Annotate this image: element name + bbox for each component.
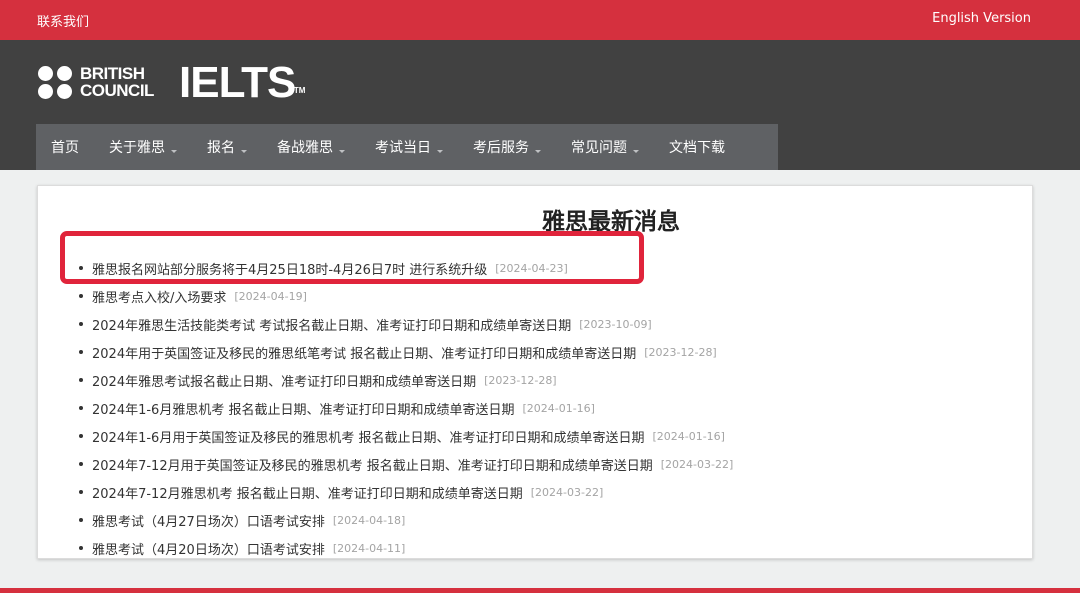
news-date: [2024-04-18]: [332, 513, 406, 527]
logo-line-council: COUNCIL: [80, 81, 154, 100]
news-list: 雅思报名网站部分服务将于4月25日18时-4月26日7时 进行系统升级 [2024…: [79, 254, 733, 562]
caret-down-icon: [339, 149, 345, 153]
british-council-dots-icon: [38, 66, 76, 100]
logo-line-british: BRITISH: [80, 64, 145, 83]
news-item: 2024年1-6月雅思机考 报名截止日期、准考证打印日期和成绩单寄送日期 [202…: [79, 394, 733, 422]
bullet-icon: [79, 350, 83, 354]
news-link[interactable]: 2024年7-12月用于英国签证及移民的雅思机考 报名截止日期、准考证打印日期和…: [92, 455, 653, 474]
news-link[interactable]: 雅思考点入校/入场要求: [92, 287, 226, 306]
page-title: 雅思最新消息: [542, 209, 680, 235]
caret-down-icon: [171, 149, 177, 153]
nav-item-3[interactable]: 备战雅思: [262, 124, 360, 170]
british-council-wordmark: BRITISH COUNCIL: [80, 65, 154, 99]
british-council-logo[interactable]: BRITISH COUNCIL: [38, 65, 162, 101]
nav-item-label: 备战雅思: [277, 140, 333, 156]
news-date: [2024-04-19]: [234, 289, 307, 303]
news-item: 2024年雅思生活技能类考试 考试报名截止日期、准考证打印日期和成绩单寄送日期 […: [79, 310, 733, 338]
bullet-icon: [79, 546, 83, 550]
bullet-icon: [79, 462, 83, 466]
news-link[interactable]: 雅思考试（4月27日场次）口语考试安排: [92, 511, 325, 530]
news-date: [2023-10-09]: [579, 317, 652, 331]
news-date: [2024-03-22]: [530, 485, 604, 499]
news-link[interactable]: 2024年1-6月雅思机考 报名截止日期、准考证打印日期和成绩单寄送日期: [92, 399, 514, 418]
news-date: [2023-12-28]: [644, 345, 717, 359]
nav-item-6[interactable]: 常见问题: [556, 124, 654, 170]
nav-item-label: 常见问题: [571, 140, 627, 156]
bullet-icon: [79, 378, 83, 382]
nav-item-5[interactable]: 考后服务: [458, 124, 556, 170]
news-item: 雅思报名网站部分服务将于4月25日18时-4月26日7时 进行系统升级 [2024…: [79, 254, 733, 282]
bullet-icon: [79, 518, 83, 522]
nav-item-1[interactable]: 关于雅思: [94, 124, 192, 170]
news-item: 2024年雅思考试报名截止日期、准考证打印日期和成绩单寄送日期 [2023-12-…: [79, 366, 733, 394]
nav-item-0[interactable]: 首页: [36, 124, 94, 170]
nav-item-4[interactable]: 考试当日: [360, 124, 458, 170]
main-nav: 首页 关于雅思 报名 备战雅思 考试当日 考后服务 常见问题 文档下载: [36, 124, 778, 170]
caret-down-icon: [437, 149, 443, 153]
nav-item-label: 关于雅思: [109, 140, 165, 156]
news-link[interactable]: 雅思考试（4月20日场次）口语考试安排: [92, 539, 325, 558]
news-link[interactable]: 雅思报名网站部分服务将于4月25日18时-4月26日7时 进行系统升级: [92, 259, 487, 278]
top-bar: 联系我们 English Version: [0, 0, 1080, 40]
news-link[interactable]: 2024年雅思考试报名截止日期、准考证打印日期和成绩单寄送日期: [92, 371, 476, 390]
bottom-bar: [0, 588, 1080, 593]
ielts-wordmark: IELTS: [179, 58, 296, 107]
news-item: 2024年1-6月用于英国签证及移民的雅思机考 报名截止日期、准考证打印日期和成…: [79, 422, 733, 450]
bullet-icon: [79, 406, 83, 410]
news-item: 2024年7-12月雅思机考 报名截止日期、准考证打印日期和成绩单寄送日期 [20…: [79, 478, 733, 506]
news-link[interactable]: 2024年用于英国签证及移民的雅思纸笔考试 报名截止日期、准考证打印日期和成绩单…: [92, 343, 636, 362]
news-item: 2024年7-12月用于英国签证及移民的雅思机考 报名截止日期、准考证打印日期和…: [79, 450, 733, 478]
news-date: [2024-03-22]: [660, 457, 734, 471]
news-date: [2024-04-11]: [332, 541, 406, 555]
nav-item-label: 文档下载: [669, 140, 725, 156]
news-item: 雅思考试（4月27日场次）口语考试安排 [2024-04-18]: [79, 506, 733, 534]
nav-item-label: 报名: [207, 140, 235, 156]
nav-item-7[interactable]: 文档下载: [654, 124, 740, 170]
trademark-mark: TM: [293, 86, 306, 95]
caret-down-icon: [535, 149, 541, 153]
news-link[interactable]: 2024年7-12月雅思机考 报名截止日期、准考证打印日期和成绩单寄送日期: [92, 483, 523, 502]
ielts-logo[interactable]: IELTS TM: [179, 58, 305, 108]
bullet-icon: [79, 434, 83, 438]
news-link[interactable]: 2024年雅思生活技能类考试 考试报名截止日期、准考证打印日期和成绩单寄送日期: [92, 315, 571, 334]
news-date: [2024-01-16]: [522, 401, 595, 415]
nav-item-label: 首页: [51, 140, 79, 156]
caret-down-icon: [633, 149, 639, 153]
bullet-icon: [79, 322, 83, 326]
news-item: 2024年用于英国签证及移民的雅思纸笔考试 报名截止日期、准考证打印日期和成绩单…: [79, 338, 733, 366]
contact-us-link[interactable]: 联系我们: [37, 11, 89, 30]
bullet-icon: [79, 490, 83, 494]
news-date: [2023-12-28]: [484, 373, 557, 387]
news-date: [2024-01-16]: [652, 429, 725, 443]
news-date: [2024-04-23]: [495, 261, 568, 275]
caret-down-icon: [241, 149, 247, 153]
news-link[interactable]: 2024年1-6月用于英国签证及移民的雅思机考 报名截止日期、准考证打印日期和成…: [92, 427, 644, 446]
news-item: 雅思考试（4月20日场次）口语考试安排 [2024-04-11]: [79, 534, 733, 562]
nav-item-2[interactable]: 报名: [192, 124, 262, 170]
nav-item-label: 考后服务: [473, 140, 529, 156]
news-item: 雅思考点入校/入场要求 [2024-04-19]: [79, 282, 733, 310]
bullet-icon: [79, 294, 83, 298]
news-panel: 雅思最新消息 雅思报名网站部分服务将于4月25日18时-4月26日7时 进行系统…: [37, 185, 1033, 559]
nav-item-label: 考试当日: [375, 140, 431, 156]
english-version-link[interactable]: English Version: [932, 11, 1031, 26]
bullet-icon: [79, 266, 83, 270]
